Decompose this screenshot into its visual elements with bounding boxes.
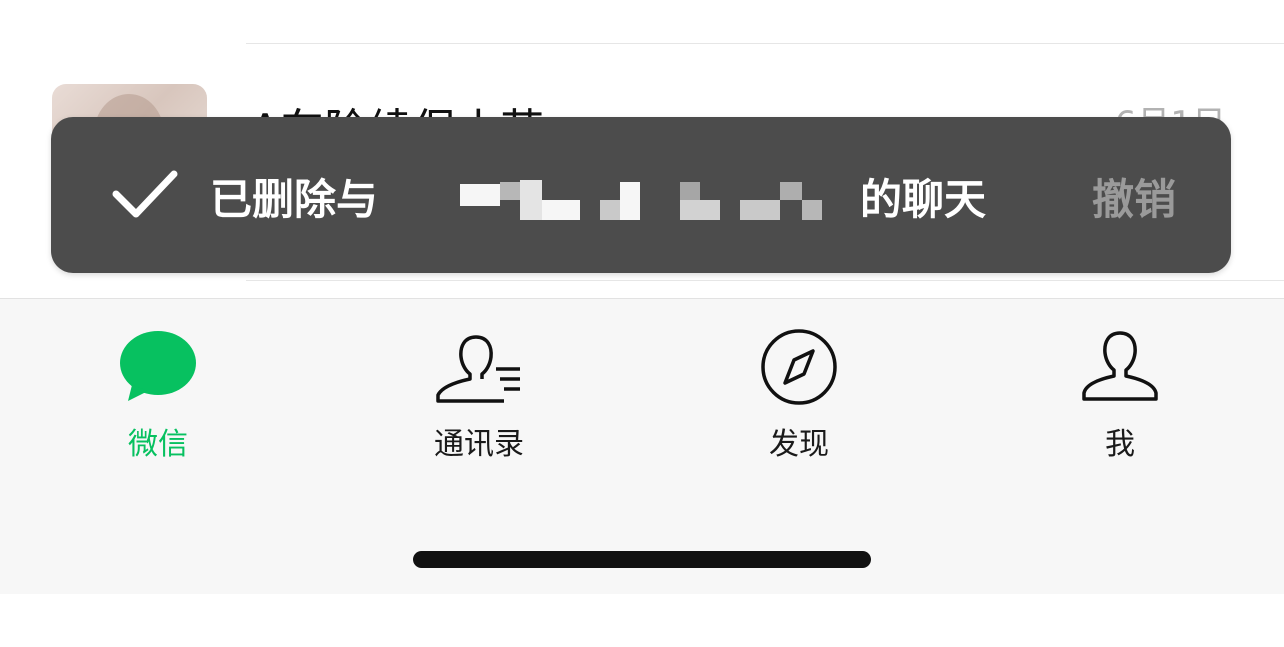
tab-contacts[interactable]: 通讯录 — [399, 329, 559, 469]
tab-chats[interactable]: 微信 — [78, 329, 238, 469]
person-icon — [1082, 331, 1158, 401]
chat-bubble-icon — [120, 331, 196, 401]
toast-message-prefix: 已删除与 — [210, 175, 379, 224]
divider — [246, 280, 1284, 281]
redacted-contact-name — [458, 178, 828, 222]
tab-bar: 微信 通讯录 发现 我 — [0, 298, 1284, 595]
wechat-screen: A车险续保小苏 6月1日 已删除与 的聊天 撤销 微信 — [0, 0, 1284, 647]
undo-button[interactable]: 撤销 — [1092, 166, 1176, 227]
tab-discover[interactable]: 发现 — [719, 329, 879, 469]
tab-label: 通讯录 — [434, 427, 524, 462]
tab-label: 微信 — [128, 427, 188, 462]
tab-label: 发现 — [769, 427, 829, 462]
compass-icon — [761, 329, 837, 405]
home-indicator[interactable] — [413, 551, 871, 568]
contacts-icon — [436, 335, 520, 403]
tab-label: 我 — [1105, 427, 1135, 462]
checkmark-icon — [112, 170, 178, 218]
tab-me[interactable]: 我 — [1040, 329, 1200, 469]
screen-edge — [0, 594, 1284, 647]
toast-message-suffix: 的聊天 — [860, 175, 987, 224]
